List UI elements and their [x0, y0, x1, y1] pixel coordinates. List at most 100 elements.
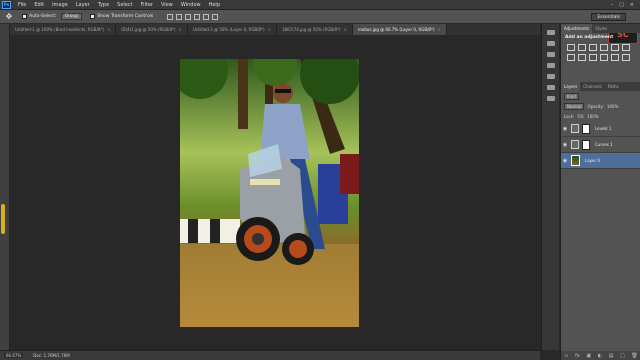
kind-filter-dropdown[interactable]: Kind [564, 92, 579, 100]
align-center-icon[interactable] [203, 13, 210, 20]
tab-layers[interactable]: Layers [561, 82, 581, 91]
align-right-icon[interactable] [212, 13, 219, 20]
move-tool-icon[interactable]: ✥ [4, 12, 14, 22]
menu-type[interactable]: Type [94, 2, 113, 8]
curves-icon[interactable] [589, 44, 597, 51]
doc-tab[interactable]: Untitled-1 @ 100% (Brad insollents, RGB/… [10, 24, 117, 35]
menu-image[interactable]: Image [48, 2, 72, 8]
align-bottom-icon[interactable] [185, 13, 192, 20]
layer-row[interactable]: ◉ Curves 1 [561, 137, 640, 153]
visibility-eye-icon[interactable]: ◉ [561, 142, 569, 148]
blend-mode-dropdown[interactable]: Normal [564, 102, 585, 110]
lock-row: Lock: Fill: 100% [561, 111, 640, 121]
layer-row[interactable]: ◉ Levels 1 [561, 121, 640, 137]
menu-bar: Ps File Edit Image Layer Type Select Fil… [0, 0, 640, 10]
status-bar: 66.67% Doc: 1.76M/1.76M [0, 350, 540, 360]
workspace-switcher[interactable]: Essentials [591, 12, 626, 21]
layer-mask[interactable] [582, 123, 590, 134]
layers-tabs: Layers Channels Paths [561, 82, 640, 91]
show-transform-checkbox[interactable] [90, 14, 96, 19]
brightness-contrast-icon[interactable] [567, 44, 575, 51]
tools-panel [0, 24, 10, 350]
layer-name: Levels 1 [595, 126, 612, 131]
close-tab-icon: × [437, 27, 441, 32]
tab-paths[interactable]: Paths [605, 82, 622, 91]
align-left-icon[interactable] [194, 13, 201, 20]
menu-window[interactable]: Window [177, 2, 205, 8]
black-white-icon[interactable] [578, 54, 586, 61]
adjustment-buttons [561, 42, 640, 63]
fx-icon[interactable]: fx [575, 353, 580, 359]
link-icon[interactable]: ∞ [564, 353, 568, 359]
layer-thumbnail [571, 155, 580, 166]
zoom-level[interactable]: 66.67% [4, 353, 24, 358]
minimize-icon[interactable]: – [611, 2, 614, 8]
curves-thumb-icon [571, 140, 579, 149]
auto-select-dropdown[interactable]: Group [60, 13, 83, 20]
auto-select-checkbox[interactable] [22, 14, 27, 19]
paragraph-icon[interactable] [546, 74, 555, 79]
maximize-icon[interactable]: □ [619, 2, 624, 8]
levels-icon[interactable] [578, 44, 586, 51]
doc-tab-active[interactable]: mobos.jpg @ 66.7% (Layer 0, RGB/8*) × [352, 24, 447, 35]
character-icon[interactable] [546, 63, 555, 68]
visibility-eye-icon[interactable]: ◉ [561, 158, 569, 164]
navigator-icon[interactable] [546, 96, 555, 101]
layer-name: Layer 0 [585, 158, 600, 163]
document-tabs: Untitled-1 @ 100% (Brad insollents, RGB/… [10, 24, 540, 35]
layer-name: Curves 1 [595, 142, 613, 147]
doc-tab[interactable]: 1867(74.jpg @ 50% (RGB/8*) × [277, 24, 353, 35]
menu-edit[interactable]: Edit [30, 2, 48, 8]
vibrance-icon[interactable] [611, 44, 619, 51]
photo-filter-icon[interactable] [589, 54, 597, 61]
document-photo[interactable] [180, 59, 359, 327]
menu-view[interactable]: View [157, 2, 177, 8]
align-top-icon[interactable] [167, 13, 174, 20]
new-group-icon[interactable]: ▤ [609, 353, 614, 359]
menu-help[interactable]: Help [205, 2, 224, 8]
tab-styles[interactable]: Styles [592, 24, 610, 33]
channel-mixer-icon[interactable] [600, 54, 608, 61]
info-icon[interactable] [546, 85, 555, 90]
invert-icon[interactable] [622, 54, 630, 61]
lock-label: Lock: [564, 113, 575, 119]
doc-tab[interactable]: Untitled-3 @ 50% (Layer 0, RGB/8*) × [188, 24, 277, 35]
tab-adjustments[interactable]: Adjustments [561, 24, 593, 33]
layer-mask[interactable] [582, 139, 590, 150]
fill-value[interactable]: 100% [587, 114, 598, 119]
close-tab-icon: × [106, 27, 111, 32]
new-adjustment-icon[interactable]: ◐ [598, 353, 602, 359]
menu-filter[interactable]: Filter [137, 2, 157, 8]
doc-tab[interactable]: ID(4)1.jpg @ 50% (RGB/8*) × [116, 24, 188, 35]
tool-indicator[interactable] [1, 204, 5, 234]
fill-label: Fill: [577, 113, 585, 119]
right-panels: SC Adjustments Styles Add an adjustment [560, 24, 640, 360]
brush-icon[interactable] [546, 52, 555, 57]
align-middle-icon[interactable] [176, 13, 183, 20]
new-layer-icon[interactable]: □ [620, 353, 625, 359]
properties-icon[interactable] [546, 41, 555, 46]
menu-select[interactable]: Select [113, 2, 136, 8]
menu-file[interactable]: File [14, 2, 30, 8]
layer-row-selected[interactable]: ◉ Layer 0 [561, 153, 640, 169]
canvas-area[interactable] [10, 35, 540, 348]
adjustments-panel: Adjustments Styles Add an adjustment [561, 24, 640, 82]
opacity-value[interactable]: 100% [607, 104, 618, 109]
exposure-icon[interactable] [600, 44, 608, 51]
color-lookup-icon[interactable] [611, 54, 619, 61]
blend-row: Normal Opacity: 100% [561, 101, 640, 111]
adjustments-title: Add an adjustment [565, 35, 614, 40]
close-tab-icon: × [178, 27, 182, 32]
menu-layer[interactable]: Layer [72, 2, 94, 8]
add-mask-icon[interactable]: ▣ [586, 353, 591, 359]
trash-icon[interactable]: 🗑 [631, 353, 637, 359]
visibility-eye-icon[interactable]: ◉ [561, 126, 569, 132]
hue-saturation-icon[interactable] [622, 44, 630, 51]
doc-size[interactable]: Doc: 1.76M/1.76M [33, 353, 69, 358]
filter-row: Kind [561, 91, 640, 101]
close-icon[interactable]: × [630, 2, 634, 8]
history-icon[interactable] [546, 30, 555, 35]
color-balance-icon[interactable] [567, 54, 575, 61]
options-bar: ✥ Auto-Select: Group Show Transform Cont… [0, 10, 640, 24]
tab-channels[interactable]: Channels [580, 82, 605, 91]
